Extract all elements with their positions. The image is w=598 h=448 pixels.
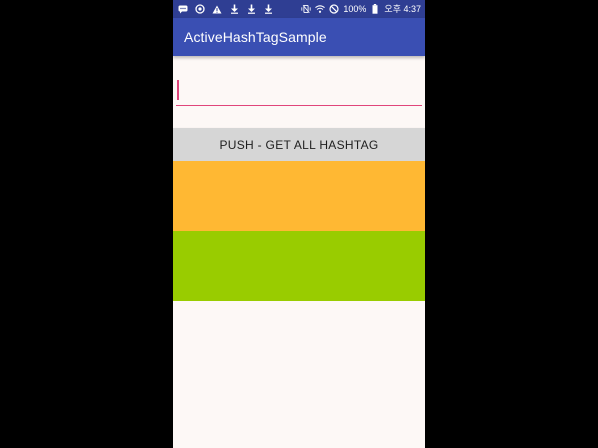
status-time: 오후 4:37 [384, 4, 421, 14]
phone-screen: 100% 오후 4:37 ActiveHashTagSample PUSH - … [173, 0, 425, 448]
green-panel [173, 231, 425, 301]
chat-icon [178, 4, 188, 14]
status-bar: 100% 오후 4:37 [173, 0, 425, 18]
status-right-icons: 100% 오후 4:37 [301, 4, 425, 14]
orange-panel [173, 161, 425, 231]
wifi-icon [315, 4, 326, 14]
status-left-icons [173, 4, 273, 14]
vibrate-icon [301, 4, 311, 14]
download-icon [246, 4, 256, 14]
sync-icon [195, 4, 205, 14]
download-icon [263, 4, 273, 14]
app-title: ActiveHashTagSample [184, 29, 327, 45]
hashtag-input[interactable] [176, 72, 422, 106]
get-all-hashtag-button[interactable]: PUSH - GET ALL HASHTAG [173, 128, 425, 161]
do-not-disturb-icon [329, 4, 339, 14]
battery-percent: 100% [343, 4, 367, 14]
app-toolbar: ActiveHashTagSample [173, 18, 425, 56]
download-icon [229, 4, 239, 14]
battery-icon [370, 4, 380, 14]
empty-content-area [173, 301, 425, 448]
warning-icon [212, 4, 222, 14]
hashtag-edit-area [173, 58, 425, 124]
text-cursor [177, 80, 179, 100]
